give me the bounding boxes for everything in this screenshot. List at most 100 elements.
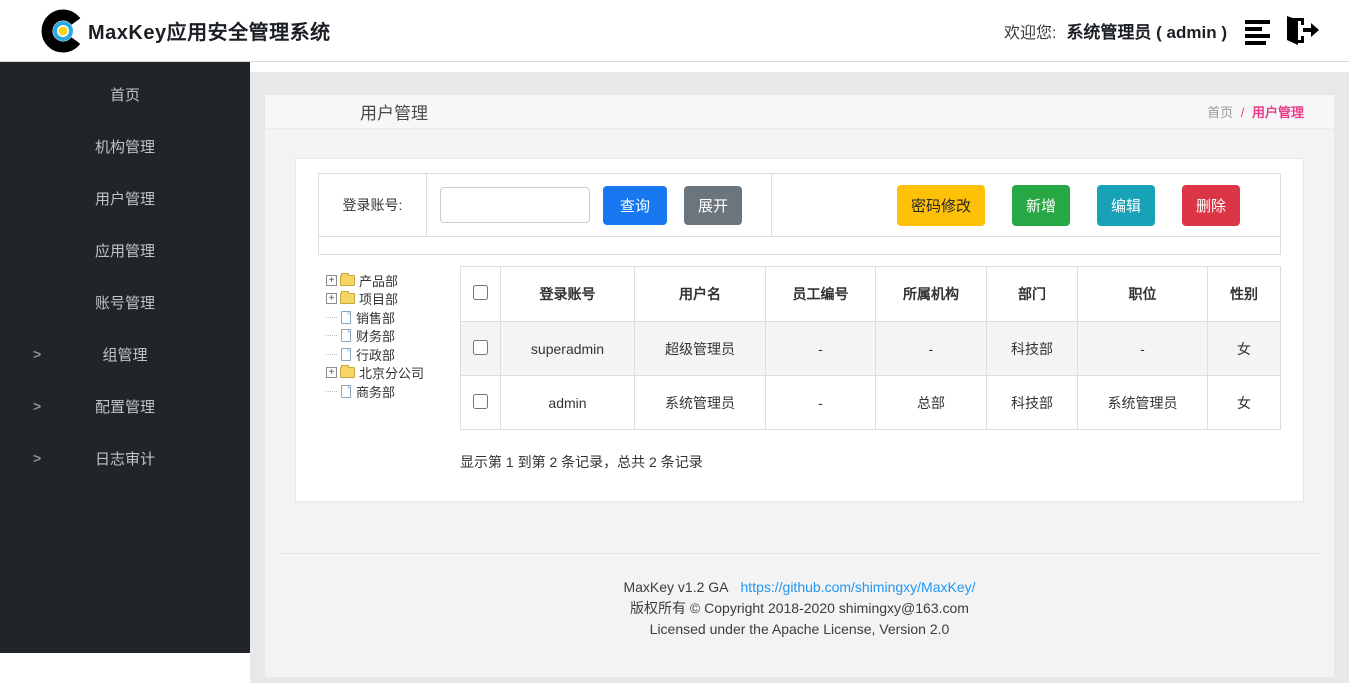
sidebar-item-label: 首页 — [110, 84, 140, 105]
app-title: MaxKey应用安全管理系统 — [88, 16, 331, 45]
sidebar-item-label: 应用管理 — [95, 240, 155, 261]
folder-icon — [340, 275, 355, 286]
tree-expand-icon[interactable]: + — [326, 293, 337, 304]
tree-node-label[interactable]: 项目部 — [359, 289, 398, 308]
folder-icon — [340, 293, 355, 304]
column-header: 部门 — [987, 267, 1078, 322]
select-all-cell — [461, 267, 501, 322]
cell-username: 超级管理员 — [635, 322, 766, 376]
org-tree: + 产品部 + 项目部 销售部 — [318, 266, 460, 472]
edit-button[interactable]: 编辑 — [1097, 185, 1155, 226]
password-change-button[interactable]: 密码修改 — [897, 185, 985, 226]
query-button[interactable]: 查询 — [603, 186, 667, 225]
sidebar-item-label: 用户管理 — [95, 188, 155, 209]
sidebar-item-org-management[interactable]: 机构管理 — [0, 120, 250, 172]
footer-license: Licensed under the Apache License, Versi… — [265, 619, 1334, 640]
tree-connector — [326, 354, 337, 355]
column-header: 员工编号 — [766, 267, 876, 322]
sidebar-item-app-management[interactable]: 应用管理 — [0, 224, 250, 276]
tree-node-label[interactable]: 北京分公司 — [359, 363, 424, 382]
tree-node-leaf[interactable]: 商务部 — [326, 382, 460, 401]
breadcrumb-current: 用户管理 — [1252, 105, 1304, 120]
sidebar-item-account-management[interactable]: 账号管理 — [0, 276, 250, 328]
column-header: 所属机构 — [876, 267, 987, 322]
row-select-cell — [461, 376, 501, 430]
sidebar-item-config-management[interactable]: > 配置管理 — [0, 380, 250, 432]
tree-node-folder[interactable]: + 产品部 — [326, 271, 460, 290]
cell-position: - — [1078, 322, 1208, 376]
table-row[interactable]: admin 系统管理员 - 总部 科技部 系统管理员 女 — [461, 376, 1281, 430]
delete-button[interactable]: 删除 — [1182, 185, 1240, 226]
chevron-right-icon: > — [33, 450, 41, 466]
sidebar-item-user-management[interactable]: 用户管理 — [0, 172, 250, 224]
tree-connector — [326, 391, 337, 392]
cell-employee-no: - — [766, 376, 876, 430]
action-buttons: 密码修改 新增 编辑 删除 — [772, 174, 1280, 236]
content-panel: 用户管理 首页 / 用户管理 登录账号: 查询 展开 密码修改 — [265, 95, 1334, 677]
chevron-right-icon: > — [33, 346, 41, 362]
sidebar-item-label: 机构管理 — [95, 136, 155, 157]
breadcrumb: 首页 / 用户管理 — [1207, 102, 1304, 121]
content-row: + 产品部 + 项目部 销售部 — [318, 266, 1281, 472]
current-user: 系统管理员 ( admin ) — [1066, 18, 1227, 43]
add-button[interactable]: 新增 — [1012, 185, 1070, 226]
expand-button[interactable]: 展开 — [684, 186, 742, 225]
tree-node-label[interactable]: 产品部 — [359, 271, 398, 290]
row-checkbox[interactable] — [473, 394, 488, 409]
tree-node-leaf[interactable]: 财务部 — [326, 327, 460, 346]
sidebar-item-home[interactable]: 首页 — [0, 68, 250, 120]
tree-node-leaf[interactable]: 行政部 — [326, 345, 460, 364]
footer-link[interactable]: https://github.com/shimingxy/MaxKey/ — [741, 579, 976, 595]
file-icon — [341, 329, 351, 342]
tree-expand-icon[interactable]: + — [326, 275, 337, 286]
cell-username: 系统管理员 — [635, 376, 766, 430]
column-header: 性别 — [1208, 267, 1281, 322]
sidebar-item-log-audit[interactable]: > 日志审计 — [0, 432, 250, 484]
tree-node-leaf[interactable]: 销售部 — [326, 308, 460, 327]
brand: MaxKey应用安全管理系统 — [36, 8, 331, 54]
login-account-input[interactable] — [440, 187, 590, 223]
chevron-right-icon: > — [33, 398, 41, 414]
tree-expand-icon[interactable]: + — [326, 367, 337, 378]
tree-connector — [326, 317, 337, 318]
row-checkbox[interactable] — [473, 340, 488, 355]
page-footer: MaxKey v1.2 GAhttps://github.com/shiming… — [265, 554, 1334, 640]
tree-node-folder[interactable]: + 项目部 — [326, 290, 460, 309]
header-right: 欢迎您: 系统管理员 ( admin ) — [1004, 14, 1321, 48]
page-title-bar: 用户管理 首页 / 用户管理 — [265, 95, 1334, 129]
tree-node-label[interactable]: 商务部 — [356, 382, 395, 401]
cell-employee-no: - — [766, 322, 876, 376]
column-header: 登录账号 — [501, 267, 635, 322]
main-background: 用户管理 首页 / 用户管理 登录账号: 查询 展开 密码修改 — [250, 72, 1349, 683]
column-header: 职位 — [1078, 267, 1208, 322]
cell-gender: 女 — [1208, 322, 1281, 376]
breadcrumb-home[interactable]: 首页 — [1207, 105, 1233, 120]
sidebar: 首页 机构管理 用户管理 应用管理 账号管理 > 组管理 > 配置管理 > 日志… — [0, 62, 250, 653]
user-management-card: 登录账号: 查询 展开 密码修改 新增 编辑 删除 — [295, 158, 1304, 502]
tree-node-label[interactable]: 行政部 — [356, 345, 395, 364]
tree-node-label[interactable]: 财务部 — [356, 326, 395, 345]
cell-department: 科技部 — [987, 322, 1078, 376]
cell-organization: - — [876, 322, 987, 376]
tree-node-folder[interactable]: + 北京分公司 — [326, 364, 460, 383]
sidebar-item-label: 组管理 — [102, 344, 147, 365]
sidebar-item-label: 账号管理 — [95, 292, 155, 313]
footer-version-line: MaxKey v1.2 GAhttps://github.com/shiming… — [265, 577, 1334, 598]
user-table: 登录账号 用户名 员工编号 所属机构 部门 职位 性别 — [460, 266, 1281, 430]
logout-icon[interactable] — [1281, 14, 1321, 48]
sidebar-item-group-management[interactable]: > 组管理 — [0, 328, 250, 380]
user-table-wrap: 登录账号 用户名 员工编号 所属机构 部门 职位 性别 — [460, 266, 1281, 472]
main-area: 用户管理 首页 / 用户管理 登录账号: 查询 展开 密码修改 — [250, 62, 1349, 683]
tree-connector — [326, 335, 337, 336]
column-header: 用户名 — [635, 267, 766, 322]
search-input-cell: 查询 展开 — [427, 174, 772, 236]
tree-node-label[interactable]: 销售部 — [356, 308, 395, 327]
footer-copyright: 版权所有 © Copyright 2018-2020 shimingxy@163… — [265, 598, 1334, 619]
table-header-row: 登录账号 用户名 员工编号 所属机构 部门 职位 性别 — [461, 267, 1281, 322]
file-icon — [341, 311, 351, 324]
select-all-checkbox[interactable] — [473, 285, 488, 300]
table-row[interactable]: superadmin 超级管理员 - - 科技部 - 女 — [461, 322, 1281, 376]
menu-list-icon[interactable] — [1245, 17, 1277, 45]
row-select-cell — [461, 322, 501, 376]
app-header: MaxKey应用安全管理系统 欢迎您: 系统管理员 ( admin ) — [0, 0, 1349, 62]
